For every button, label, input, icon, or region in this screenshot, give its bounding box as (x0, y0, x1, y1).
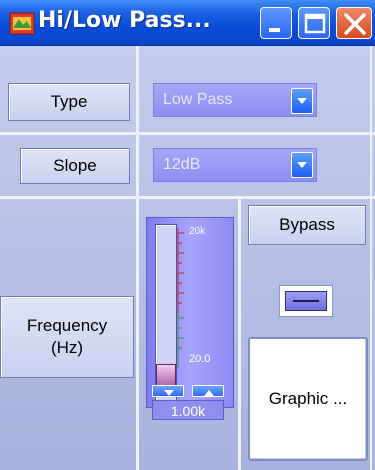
close-button[interactable] (336, 7, 372, 39)
frequency-decrement-button[interactable] (152, 385, 184, 397)
type-select-value: Low Pass (163, 91, 233, 108)
slope-select-value: 12dB (163, 156, 201, 173)
chevron-up-icon (204, 390, 214, 396)
chevron-down-icon (297, 162, 307, 168)
chevron-down-icon (297, 98, 307, 104)
divider (370, 46, 372, 470)
bypass-toggle[interactable] (279, 285, 333, 317)
chevron-down-icon (164, 390, 174, 396)
slider-min-label: 20.0 (189, 353, 211, 365)
close-icon (344, 13, 366, 35)
slope-dropdown-button[interactable] (291, 152, 313, 178)
frequency-increment-button[interactable] (192, 385, 224, 397)
maximize-icon (304, 13, 326, 34)
maximize-button[interactable] (298, 7, 330, 39)
divider (0, 132, 375, 135)
type-label: Type (8, 83, 130, 121)
slope-label: Slope (20, 148, 130, 184)
divider (136, 46, 139, 470)
graphic-button[interactable]: Graphic ... (248, 337, 368, 461)
bypass-indicator (285, 291, 327, 311)
frequency-label: Frequency (Hz) (0, 296, 134, 378)
bypass-label: Bypass (248, 205, 366, 245)
frequency-value[interactable]: 1.00k (152, 400, 224, 420)
app-icon (9, 10, 35, 36)
type-dropdown-button[interactable] (291, 88, 313, 114)
window-title: Hi/Low Pass... (38, 8, 211, 33)
divider (238, 196, 241, 470)
divider (0, 196, 375, 199)
slider-max-label: 20k (189, 226, 206, 237)
slider-scale (177, 228, 184, 368)
minimize-button[interactable] (260, 7, 292, 39)
minimize-icon (269, 28, 280, 32)
